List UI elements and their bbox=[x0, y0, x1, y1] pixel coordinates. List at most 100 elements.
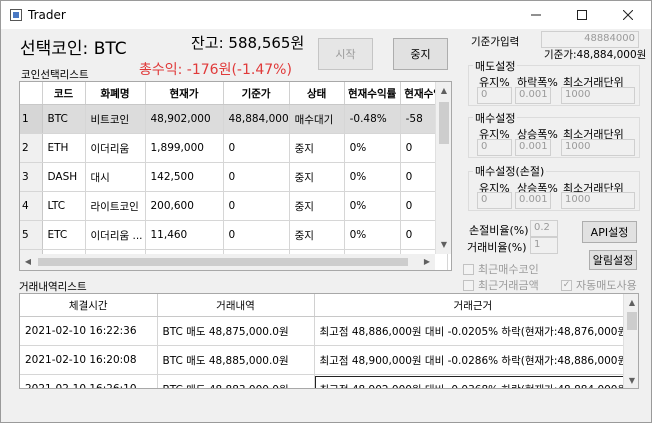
cell-time: 2021-02-10 16:22:36 bbox=[20, 316, 158, 346]
maximize-button[interactable] bbox=[559, 1, 605, 29]
coin-table-vscrollbar[interactable]: ▲ ▼ bbox=[435, 82, 451, 254]
column-header[interactable]: 화폐명 bbox=[85, 82, 146, 105]
table-row[interactable]: 2021-02-10 16:26:10 BTC 매도 48,883,000.0원… bbox=[20, 374, 633, 388]
sell-drop-input[interactable]: 0.001 bbox=[515, 87, 551, 104]
cell-status: 중지 bbox=[289, 133, 345, 163]
cell-code: BTC bbox=[42, 104, 86, 134]
table-row[interactable]: 2 ETH 이더리움 1,899,000 0 중지 0% 0 bbox=[20, 133, 448, 163]
window-app-icon bbox=[10, 9, 22, 21]
column-header[interactable]: 코드 bbox=[42, 82, 86, 105]
cell-base: 0 bbox=[223, 191, 290, 221]
table-row[interactable]: 2021-02-10 16:22:36 BTC 매도 48,875,000.0원… bbox=[20, 316, 633, 346]
cell-reason: 최고점 48,902,000원 대비 -0.0368% 하락(현재가:48,88… bbox=[314, 374, 633, 388]
table-row[interactable]: 2021-02-10 16:20:08 BTC 매도 48,885,000.0원… bbox=[20, 345, 633, 375]
scroll-right-icon[interactable]: ▶ bbox=[419, 257, 435, 266]
stop-button[interactable]: 중지 bbox=[393, 38, 448, 70]
buy-loss-settings-title: 매수설정(손절) bbox=[473, 163, 547, 179]
base-price-text: 기준가:48,884,000원 bbox=[544, 49, 647, 61]
loss-keep-input[interactable]: 0 bbox=[477, 192, 512, 209]
scroll-left-icon[interactable]: ◀ bbox=[20, 257, 36, 266]
column-header[interactable]: 기준가 bbox=[223, 82, 290, 105]
start-button[interactable]: 시작 bbox=[318, 38, 373, 70]
cell-base: 48,884,000 bbox=[223, 104, 290, 134]
cell-code: LTC bbox=[42, 191, 86, 221]
column-header[interactable]: 현재가 bbox=[145, 82, 224, 105]
cell-price: 1,899,000 bbox=[145, 133, 224, 163]
cell-status: 중지 bbox=[289, 162, 345, 192]
api-settings-button[interactable]: API설정 bbox=[582, 221, 637, 243]
coin-table-header: 코드 화폐명 현재가 기준가 상태 현재수익률 현재수익 bbox=[20, 82, 448, 105]
scroll-up-icon[interactable]: ▲ bbox=[436, 86, 451, 95]
history-table-grid: 체결시간 거래내역 거래근거 2021-02-10 16:22:36 BTC 매… bbox=[20, 294, 633, 388]
buy-min-unit-input[interactable]: 1000 bbox=[561, 139, 635, 156]
scroll-down-icon[interactable]: ▼ bbox=[436, 240, 451, 249]
recent-trade-amount-checkbox[interactable]: 최근거래금액 bbox=[463, 277, 539, 293]
scroll-thumb[interactable] bbox=[627, 312, 637, 330]
checkbox-box bbox=[463, 279, 474, 291]
row-number: 5 bbox=[20, 220, 43, 250]
table-row[interactable]: 3 DASH 대시 142,500 0 중지 0% 0 bbox=[20, 162, 448, 192]
minimize-icon bbox=[531, 14, 541, 16]
alarm-settings-button[interactable]: 알림설정 bbox=[589, 250, 637, 270]
cell-code: ETC bbox=[42, 220, 86, 250]
trade-ratio-label: 거래비율(%) bbox=[467, 241, 527, 254]
auto-sell-label: 자동매도사용 bbox=[576, 279, 637, 292]
scroll-up-icon[interactable]: ▲ bbox=[624, 298, 638, 307]
column-header[interactable]: 상태 bbox=[289, 82, 345, 105]
cell-name: 이더리움 bbox=[85, 133, 146, 163]
coin-table[interactable]: 코드 화폐명 현재가 기준가 상태 현재수익률 현재수익 1 BTC 비트코인 … bbox=[19, 81, 452, 271]
sell-min-unit-input[interactable]: 1000 bbox=[561, 87, 635, 104]
cell-name: 대시 bbox=[85, 162, 146, 192]
table-row[interactable]: 5 ETC 이더리움 ... 11,460 0 중지 0% 0 bbox=[20, 220, 448, 250]
column-header[interactable]: 거래근거 bbox=[314, 294, 633, 317]
recent-buy-coin-label: 최근매수코인 bbox=[478, 263, 539, 276]
column-header[interactable]: 거래내역 bbox=[157, 294, 315, 317]
cell-price: 48,902,000 bbox=[145, 104, 224, 134]
check-mark-icon: ✓ bbox=[561, 279, 572, 291]
buy-keep-input[interactable]: 0 bbox=[477, 139, 512, 156]
cell-detail: BTC 매도 48,883,000.0원 bbox=[157, 374, 315, 388]
cell-price: 142,500 bbox=[145, 162, 224, 192]
row-number: 1 bbox=[20, 104, 43, 134]
coin-table-hscrollbar[interactable]: ◀ ▶ bbox=[20, 254, 435, 270]
cell-rate: 0% bbox=[344, 220, 401, 250]
loss-rise-input[interactable]: 0.001 bbox=[515, 192, 551, 209]
recent-buy-coin-checkbox[interactable]: 최근매수코인 bbox=[463, 261, 539, 277]
row-number: 2 bbox=[20, 133, 43, 163]
corner-cell bbox=[20, 82, 43, 105]
cell-price: 11,460 bbox=[145, 220, 224, 250]
recent-trade-amount-label: 최근거래금액 bbox=[478, 279, 539, 292]
scroll-thumb[interactable] bbox=[439, 102, 449, 144]
cell-name: 비트코인 bbox=[85, 104, 146, 134]
history-table[interactable]: 체결시간 거래내역 거래근거 2021-02-10 16:22:36 BTC 매… bbox=[19, 293, 639, 389]
buy-rise-input[interactable]: 0.001 bbox=[515, 139, 551, 156]
balance-label: 잔고: 588,565원 bbox=[191, 34, 305, 52]
history-vscrollbar[interactable]: ▲ ▼ bbox=[623, 294, 638, 388]
cell-base: 0 bbox=[223, 162, 290, 192]
sell-keep-input[interactable]: 0 bbox=[477, 87, 512, 104]
cell-detail: BTC 매도 48,885,000.0원 bbox=[157, 345, 315, 375]
history-list-label: 거래내역리스트 bbox=[19, 281, 87, 293]
table-row[interactable]: 4 LTC 라이트코인 200,600 0 중지 0% 0 bbox=[20, 191, 448, 221]
column-header[interactable]: 현재수익률 bbox=[344, 82, 401, 105]
cell-code: ETH bbox=[42, 133, 86, 163]
cell-name: 라이트코인 bbox=[85, 191, 146, 221]
sell-settings-title: 매도설정 bbox=[473, 58, 518, 74]
cell-status: 중지 bbox=[289, 191, 345, 221]
coin-table-grid: 코드 화폐명 현재가 기준가 상태 현재수익률 현재수익 1 BTC 비트코인 … bbox=[20, 82, 448, 270]
trade-ratio-input[interactable]: 1 bbox=[530, 237, 558, 254]
scroll-down-icon[interactable]: ▼ bbox=[624, 376, 638, 385]
auto-sell-checkbox[interactable]: ✓ 자동매도사용 bbox=[561, 277, 637, 293]
close-button[interactable] bbox=[605, 1, 651, 29]
stop-loss-input[interactable]: 0.2 bbox=[530, 220, 558, 237]
scroll-thumb[interactable] bbox=[38, 258, 408, 266]
coin-list-label: 코인선택리스트 bbox=[21, 69, 89, 81]
loss-min-unit-input[interactable]: 1000 bbox=[561, 192, 635, 209]
base-price-input[interactable]: 48884000 bbox=[541, 31, 639, 48]
column-header[interactable]: 체결시간 bbox=[20, 294, 158, 317]
window-title: Trader bbox=[28, 8, 66, 22]
cell-status: 중지 bbox=[289, 220, 345, 250]
minimize-button[interactable] bbox=[513, 1, 559, 29]
table-row[interactable]: 1 BTC 비트코인 48,902,000 48,884,000 매수대기 -0… bbox=[20, 104, 448, 134]
cell-rate: -0.48% bbox=[344, 104, 401, 134]
